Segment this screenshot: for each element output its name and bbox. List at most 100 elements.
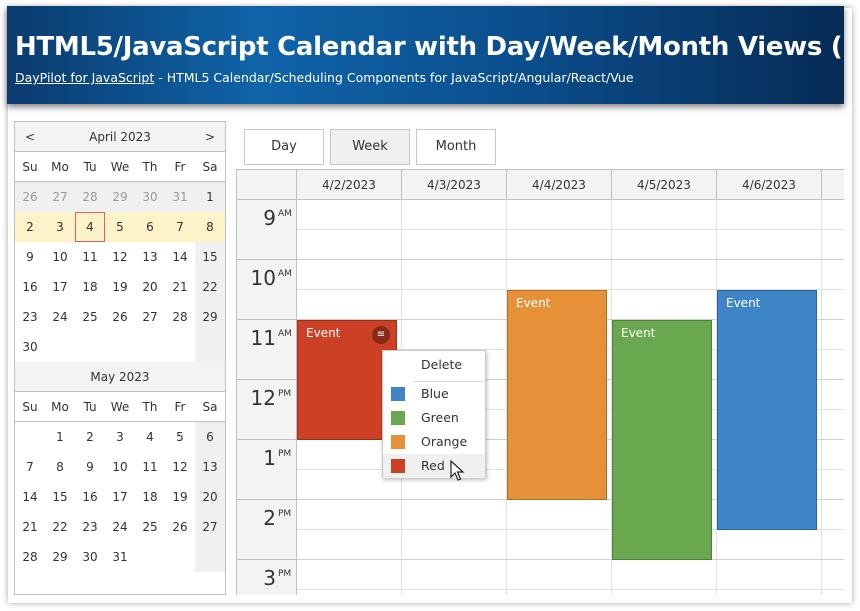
hour-number: 9 (263, 206, 276, 230)
week-view-button[interactable]: Week (330, 129, 410, 165)
navigator-day[interactable]: 6 (135, 212, 165, 242)
context-menu-item-red[interactable]: Red (383, 454, 485, 478)
navigator-day[interactable]: 7 (165, 212, 195, 242)
navigator-day[interactable]: 12 (105, 242, 135, 272)
navigator-day[interactable]: 8 (45, 452, 75, 482)
navigator-day[interactable]: 31 (105, 542, 135, 572)
navigator-empty-cell (135, 542, 165, 572)
color-swatch (391, 435, 405, 449)
navigator-day[interactable]: 2 (15, 212, 45, 242)
navigator-day[interactable]: 27 (135, 302, 165, 332)
navigator-day[interactable]: 18 (135, 482, 165, 512)
navigator-day[interactable]: 28 (165, 302, 195, 332)
navigator-day[interactable]: 18 (75, 272, 105, 302)
navigator-day[interactable]: 22 (45, 512, 75, 542)
hour-line (297, 259, 844, 260)
weekday-label: Mo (51, 400, 69, 414)
event-text: Event (621, 326, 656, 340)
navigator-day[interactable]: 20 (135, 272, 165, 302)
navigator-day[interactable]: 17 (45, 272, 75, 302)
navigator-day[interactable]: 27 (195, 512, 225, 542)
navigator-day[interactable]: 28 (15, 542, 45, 572)
context-menu-item-label: Blue (421, 386, 449, 401)
navigator-day[interactable]: 6 (195, 422, 225, 452)
navigator-day[interactable]: 16 (15, 272, 45, 302)
context-menu-item-orange[interactable]: Orange (383, 430, 485, 454)
navigator-day[interactable]: 19 (165, 482, 195, 512)
daypilot-link[interactable]: DayPilot for JavaScript (15, 70, 154, 85)
context-menu-item-label: Red (421, 458, 445, 473)
calendar-event[interactable]: Event (717, 290, 817, 530)
navigator-day[interactable]: 7 (15, 452, 45, 482)
navigator-day[interactable]: 26 (165, 512, 195, 542)
navigator-day[interactable]: 30 (75, 542, 105, 572)
navigator-day[interactable]: 5 (105, 212, 135, 242)
navigator-day[interactable]: 4 (75, 212, 105, 242)
context-menu-item-blue[interactable]: Blue (383, 382, 485, 406)
navigator-day[interactable]: 15 (45, 482, 75, 512)
prev-month-button[interactable]: < (15, 122, 45, 152)
navigator-day[interactable]: 22 (195, 272, 225, 302)
navigator-day[interactable]: 30 (135, 182, 165, 212)
navigator-day[interactable]: 29 (105, 182, 135, 212)
day-view-button[interactable]: Day (244, 129, 324, 165)
navigator-day[interactable]: 10 (45, 242, 75, 272)
navigator-day[interactable]: 11 (135, 452, 165, 482)
navigator-empty-cell (45, 332, 75, 362)
navigator-day[interactable]: 3 (45, 212, 75, 242)
navigator-day[interactable]: 14 (165, 242, 195, 272)
navigator-day[interactable]: 23 (75, 512, 105, 542)
navigator-day[interactable]: 25 (75, 302, 105, 332)
navigator-empty-cell (135, 332, 165, 362)
navigator-day[interactable]: 16 (75, 482, 105, 512)
navigator-day[interactable]: 29 (45, 542, 75, 572)
event-text: Event (516, 296, 551, 310)
navigator-day[interactable]: 11 (75, 242, 105, 272)
navigator-day[interactable]: 10 (105, 452, 135, 482)
calendar-event[interactable]: Event (612, 320, 712, 560)
navigator-day[interactable]: 28 (75, 182, 105, 212)
navigator-day[interactable]: 14 (15, 482, 45, 512)
context-menu-item-green[interactable]: Green (383, 406, 485, 430)
navigator-day[interactable]: 19 (105, 272, 135, 302)
weekday-label: Sa (202, 160, 218, 174)
navigator-day[interactable]: 3 (105, 422, 135, 452)
context-menu-item-delete[interactable]: Delete (383, 353, 485, 377)
navigator-day[interactable]: 2 (75, 422, 105, 452)
navigator-day[interactable]: 21 (15, 512, 45, 542)
navigator-day[interactable]: 20 (195, 482, 225, 512)
color-swatch (391, 387, 405, 401)
navigator-day[interactable]: 13 (135, 242, 165, 272)
navigator-day[interactable]: 25 (135, 512, 165, 542)
navigator-day[interactable]: 13 (195, 452, 225, 482)
navigator-day[interactable]: 9 (15, 242, 45, 272)
month-view-button[interactable]: Month (416, 129, 496, 165)
calendar-corner (237, 170, 297, 200)
weekday-header-row: Su Mo Tu We Th Fr Sa (15, 392, 225, 422)
navigator-day[interactable]: 1 (195, 182, 225, 212)
navigator-day[interactable]: 8 (195, 212, 225, 242)
navigator-day[interactable]: 15 (195, 242, 225, 272)
navigator-day[interactable]: 26 (15, 182, 45, 212)
navigator-day[interactable]: 30 (15, 332, 45, 362)
navigator-day[interactable]: 26 (105, 302, 135, 332)
navigator-day[interactable]: 9 (75, 452, 105, 482)
header-subtitle: DayPilot for JavaScript - HTML5 Calendar… (15, 70, 634, 85)
navigator-day[interactable]: 27 (45, 182, 75, 212)
navigator-day[interactable]: 23 (15, 302, 45, 332)
navigator-day[interactable]: 31 (165, 182, 195, 212)
navigator-day[interactable]: 5 (165, 422, 195, 452)
calendar-event[interactable]: Event (507, 290, 607, 500)
navigator-day[interactable]: 29 (195, 302, 225, 332)
navigator-day[interactable]: 17 (105, 482, 135, 512)
hour-label: 9 AM (237, 200, 297, 260)
navigator-day[interactable]: 4 (135, 422, 165, 452)
navigator-day[interactable]: 24 (105, 512, 135, 542)
menu-icon[interactable]: ≡ (372, 326, 390, 344)
navigator-month: May 2023 Su Mo Tu We Th Fr Sa 1 2 3 4 5 6 7 8 9 10 11 12 13 1… (15, 362, 225, 572)
navigator-day[interactable]: 12 (165, 452, 195, 482)
navigator-day[interactable]: 24 (45, 302, 75, 332)
navigator-day[interactable]: 21 (165, 272, 195, 302)
navigator-day[interactable]: 1 (45, 422, 75, 452)
next-month-button[interactable]: > (195, 122, 225, 152)
